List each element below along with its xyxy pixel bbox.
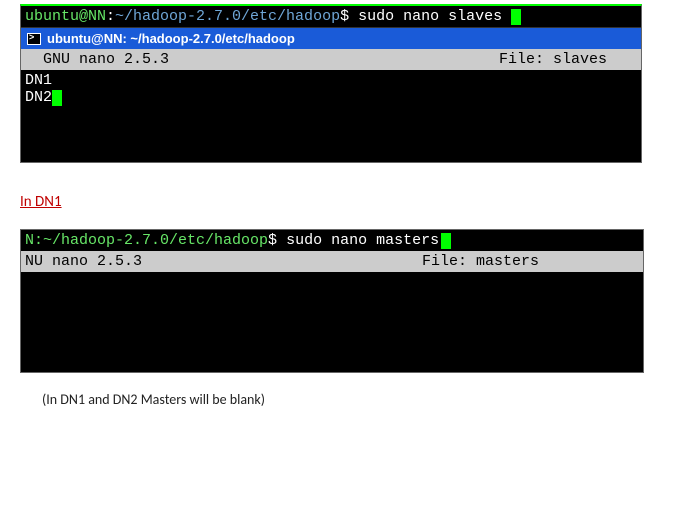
prompt-path: ~/hadoop-2.7.0/etc/hadoop	[115, 8, 340, 25]
file-line-1: DN1	[25, 72, 52, 89]
section-heading-dn1: In DN1	[20, 193, 681, 211]
file-line-2: DN2	[25, 89, 52, 106]
cursor-icon	[441, 233, 451, 249]
nano-editor-body[interactable]: DN1 DN2	[21, 70, 641, 162]
nano-editor-body[interactable]	[21, 272, 643, 372]
cursor-icon	[511, 9, 521, 25]
prompt-command: sudo nano slaves	[358, 8, 502, 25]
terminal-prompt-line: ubuntu@NN:~/hadoop-2.7.0/etc/hadoop$ sud…	[21, 6, 641, 28]
nano-header-bar: GNU nano 2.5.3 File: slaves	[21, 49, 641, 70]
prompt-dollar: $	[268, 232, 277, 249]
prompt-host-path: N:~/hadoop-2.7.0/etc/hadoop	[25, 232, 268, 249]
terminal-prompt-line: N:~/hadoop-2.7.0/etc/hadoop$ sudo nano m…	[21, 230, 643, 251]
nano-version-label: NU nano 2.5.3	[25, 253, 142, 270]
nano-version-label: GNU nano 2.5.3	[25, 51, 169, 68]
cursor-icon	[52, 90, 62, 106]
terminal-window-nn-slaves: ubuntu@NN:~/hadoop-2.7.0/etc/hadoop$ sud…	[20, 4, 642, 163]
prompt-colon: :	[106, 8, 115, 25]
prompt-command: sudo nano masters	[286, 232, 439, 249]
nano-header-bar: NU nano 2.5.3 File: masters	[21, 251, 643, 272]
terminal-window-dn1-masters: N:~/hadoop-2.7.0/etc/hadoop$ sudo nano m…	[20, 229, 644, 373]
nano-file-label: File: masters	[422, 253, 639, 270]
terminal-icon	[27, 33, 41, 45]
caption-text: (In DN1 and DN2 Masters will be blank)	[42, 391, 681, 408]
prompt-user-host: ubuntu@NN	[25, 8, 106, 25]
nano-file-label: File: slaves	[499, 51, 637, 68]
window-title-text: ubuntu@NN: ~/hadoop-2.7.0/etc/hadoop	[47, 31, 295, 46]
prompt-dollar: $	[340, 8, 349, 25]
window-title-bar: ubuntu@NN: ~/hadoop-2.7.0/etc/hadoop	[21, 28, 641, 49]
